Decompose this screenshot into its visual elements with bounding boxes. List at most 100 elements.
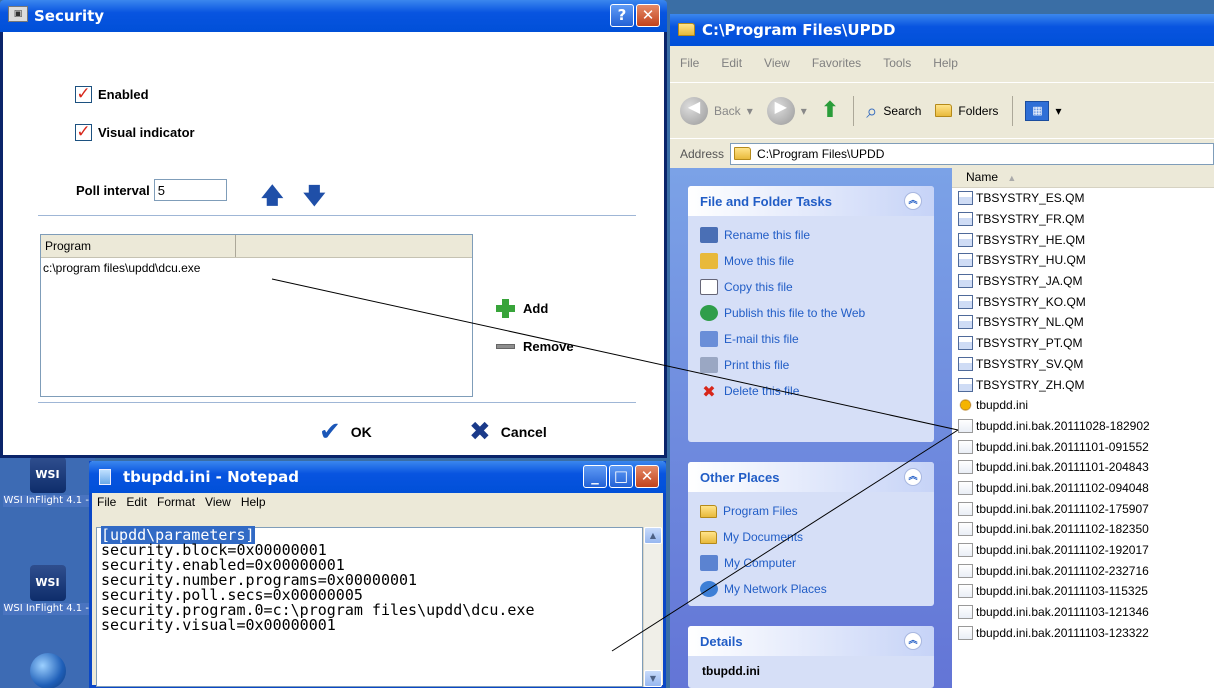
file-list-item[interactable]: tbupdd.ini.bak.20111102-192017 [958, 540, 1214, 561]
menu-format[interactable]: Format [157, 495, 195, 511]
file-list-item[interactable]: TBSYSTRY_FR.QM [958, 209, 1214, 230]
desktop-icon-wsi-config[interactable]: WSI WSI InFlight 4.1 - Conf... [0, 457, 95, 510]
menu-tools[interactable]: Tools [883, 56, 911, 72]
arrow-down-icon[interactable]: 🡇 [303, 179, 326, 217]
search-button[interactable]: ⌕ Search [866, 99, 921, 123]
file-folder-tasks-header[interactable]: File and Folder Tasks ︽ [688, 186, 934, 216]
place-my-computer[interactable]: My Computer [700, 550, 922, 576]
close-button[interactable]: ✕ [636, 4, 660, 27]
place-my-network-places[interactable]: My Network Places [700, 576, 922, 602]
scroll-up-icon[interactable]: ▲ [644, 527, 662, 544]
print-file-link[interactable]: Print this file [700, 352, 922, 378]
vertical-scrollbar[interactable]: ▲ ▼ [643, 527, 662, 687]
rename-file-link[interactable]: Rename this file [700, 222, 922, 248]
explorer-title: C:\Program Files\UPDD [702, 21, 896, 39]
help-button[interactable]: ? [610, 4, 634, 27]
address-field[interactable]: C:\Program Files\UPDD [730, 142, 1214, 165]
file-name: tbupdd.ini.bak.20111103-123322 [976, 625, 1149, 640]
enabled-checkbox[interactable]: ✓ [75, 86, 92, 103]
network-icon [700, 581, 718, 597]
cancel-button[interactable]: ✖ Cancel [469, 417, 547, 447]
file-list-item[interactable]: tbupdd.ini.bak.20111101-091552 [958, 436, 1214, 457]
close-button[interactable]: ✕ [635, 465, 659, 488]
views-button[interactable]: ▦ ▾ [1025, 100, 1061, 121]
file-list-item[interactable]: tbupdd.ini.bak.20111102-094048 [958, 478, 1214, 499]
publish-file-link[interactable]: Publish this file to the Web [700, 300, 922, 326]
file-folder-tasks-panel: File and Folder Tasks ︽ Rename this file… [688, 186, 934, 442]
menu-help[interactable]: Help [241, 495, 266, 511]
chevron-down-icon: ▾ [746, 103, 753, 118]
file-list-item[interactable]: TBSYSTRY_HU.QM [958, 250, 1214, 271]
desktop-icon-label: WSI InFlight 4.1 - Conf... [2, 495, 93, 507]
file-list-item[interactable]: TBSYSTRY_SV.QM [958, 354, 1214, 375]
forward-button[interactable]: ▶ ▾ [766, 96, 807, 125]
file-icon [958, 480, 973, 495]
desktop-icon-wsi-weather[interactable]: WSI WSI InFlight 4.1 - Weat... [0, 565, 95, 618]
list-item[interactable]: c:\program files\updd\dcu.exe [41, 258, 472, 278]
file-list-pane: Name ▲ TBSYSTRY_ES.QM TBSYSTRY_FR.QM TBSYS… [952, 168, 1214, 688]
other-places-panel: Other Places ︽ Program Files My Document… [688, 462, 934, 606]
scroll-down-icon[interactable]: ▼ [644, 670, 662, 687]
file-list-item[interactable]: tbupdd.ini.bak.20111103-121346 [958, 602, 1214, 623]
maximize-button[interactable]: □ [609, 465, 633, 488]
file-list-item[interactable]: tbupdd.ini.bak.20111102-232716 [958, 560, 1214, 581]
collapse-icon[interactable]: ︽ [904, 632, 922, 650]
move-file-link[interactable]: Move this file [700, 248, 922, 274]
file-list-item[interactable]: tbupdd.ini.bak.20111102-182350 [958, 519, 1214, 540]
folders-button[interactable]: Folders [935, 104, 998, 118]
menu-view[interactable]: View [764, 56, 790, 72]
program-list[interactable]: Program c:\program files\updd\dcu.exe [40, 234, 473, 397]
file-name: tbupdd.ini.bak.20111103-121346 [976, 605, 1149, 620]
desktop-icon-globe[interactable] [0, 653, 95, 688]
file-list-item[interactable]: tbupdd.ini.bak.20111028-182902 [958, 416, 1214, 437]
notepad-text-area[interactable]: [updd\parameters] security.block=0x00000… [96, 526, 643, 687]
file-list-item[interactable]: TBSYSTRY_KO.QM [958, 291, 1214, 312]
file-list-item[interactable]: TBSYSTRY_PT.QM [958, 333, 1214, 354]
file-name: TBSYSTRY_PT.QM [976, 336, 1083, 351]
copy-file-link[interactable]: Copy this file [700, 274, 922, 300]
poll-interval-input[interactable] [153, 179, 227, 201]
collapse-icon[interactable]: ︽ [904, 468, 922, 486]
visual-indicator-checkbox[interactable]: ✓ [75, 124, 92, 141]
place-program-files[interactable]: Program Files [700, 498, 922, 524]
file-icon [958, 191, 973, 206]
file-list-item[interactable]: tbupdd.ini.bak.20111103-123322 [958, 622, 1214, 643]
file-list-item[interactable]: tbupdd.ini.bak.20111103-115325 [958, 581, 1214, 602]
divider [38, 215, 636, 216]
menu-file[interactable]: File [680, 56, 699, 72]
file-icon [958, 377, 973, 392]
remove-button[interactable]: Remove [496, 339, 574, 354]
ok-button[interactable]: ✔ OK [319, 417, 372, 447]
file-list-item[interactable]: TBSYSTRY_HE.QM [958, 229, 1214, 250]
enabled-checkbox-row[interactable]: ✓ Enabled [75, 86, 149, 103]
file-list-item[interactable]: TBSYSTRY_ZH.QM [958, 374, 1214, 395]
menu-view[interactable]: View [205, 495, 231, 511]
details-header[interactable]: Details ︽ [688, 626, 934, 656]
program-column-header[interactable]: Program [41, 235, 236, 257]
email-file-link[interactable]: E-mail this file [700, 326, 922, 352]
add-button[interactable]: Add [496, 299, 548, 318]
visual-indicator-checkbox-row[interactable]: ✓ Visual indicator [75, 124, 195, 141]
file-name: TBSYSTRY_HU.QM [976, 253, 1086, 268]
menu-help[interactable]: Help [933, 56, 958, 72]
back-button[interactable]: ◀ Back ▾ [680, 96, 753, 125]
delete-file-link[interactable]: ✖ Delete this file [700, 378, 922, 404]
file-list-item[interactable]: TBSYSTRY_ES.QM [958, 188, 1214, 209]
other-places-header[interactable]: Other Places ︽ [688, 462, 934, 492]
file-list-item[interactable]: tbupdd.ini [958, 395, 1214, 416]
menu-file[interactable]: File [97, 495, 116, 511]
menu-edit[interactable]: Edit [126, 495, 147, 511]
place-my-documents[interactable]: My Documents [700, 524, 922, 550]
up-button[interactable]: ⬆ [821, 98, 839, 123]
menu-favorites[interactable]: Favorites [812, 56, 861, 72]
file-list-item[interactable]: tbupdd.ini.bak.20111102-175907 [958, 498, 1214, 519]
file-list-item[interactable]: TBSYSTRY_JA.QM [958, 271, 1214, 292]
minimize-button[interactable]: _ [583, 465, 607, 488]
collapse-icon[interactable]: ︽ [904, 192, 922, 210]
arrow-up-icon[interactable]: 🡅 [261, 179, 284, 217]
menu-edit[interactable]: Edit [721, 56, 742, 72]
folders-label: Folders [958, 103, 999, 118]
file-list-item[interactable]: TBSYSTRY_NL.QM [958, 312, 1214, 333]
name-column-header[interactable]: Name ▲ [952, 168, 1214, 188]
file-list-item[interactable]: tbupdd.ini.bak.20111101-204843 [958, 457, 1214, 478]
